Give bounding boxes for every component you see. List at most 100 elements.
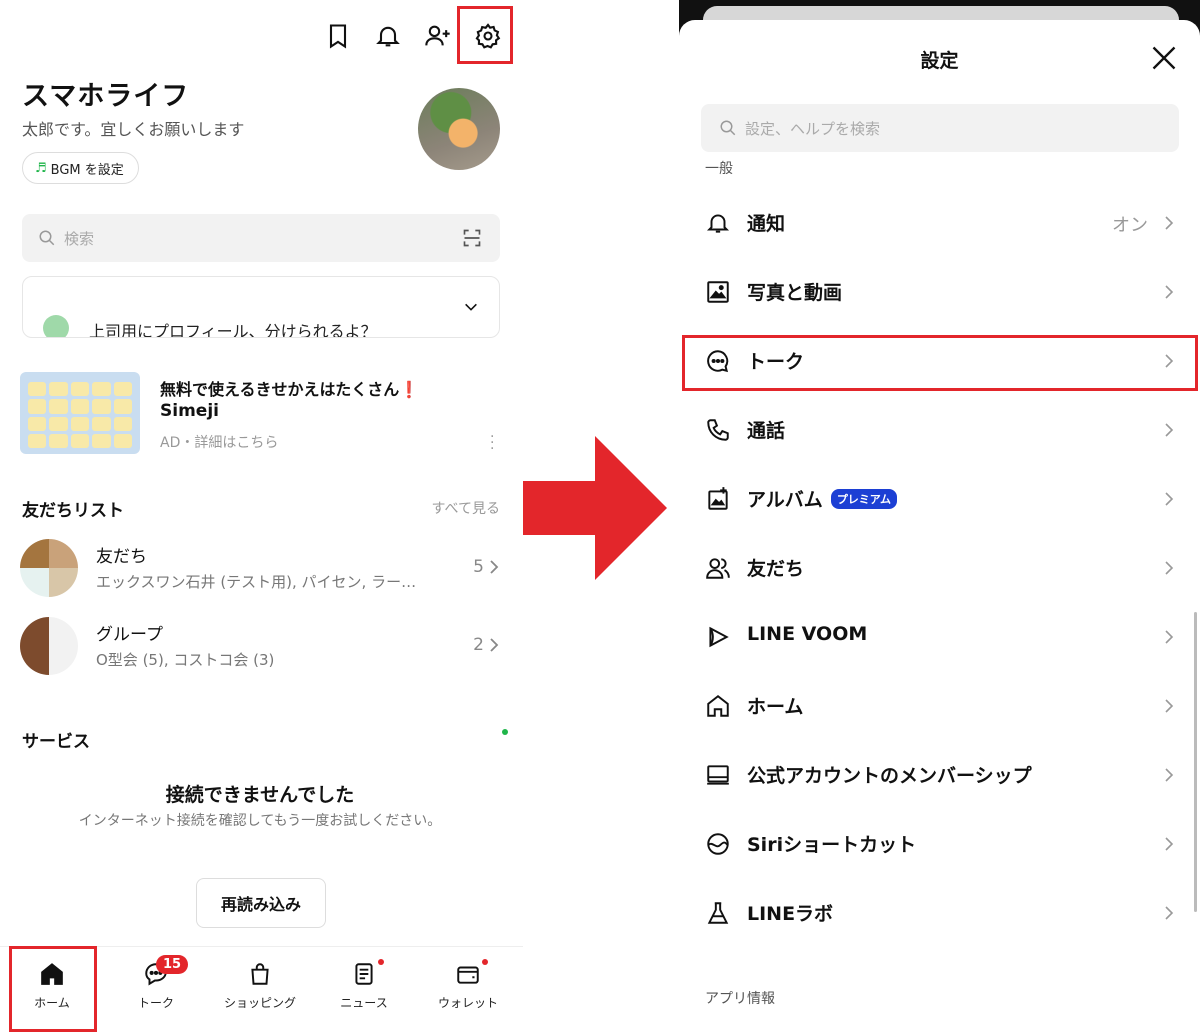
settings-search-placeholder: 設定、ヘルプを検索 xyxy=(745,119,881,138)
row-label: LINEラボ xyxy=(747,903,834,925)
settings-row-membership[interactable]: 公式アカウントのメンバーシップ xyxy=(679,741,1200,809)
search-icon xyxy=(720,120,736,136)
chevron-right-icon xyxy=(490,560,499,574)
chevron-right-icon xyxy=(1165,837,1174,851)
chevron-right-icon xyxy=(1165,699,1174,713)
chevron-right-icon xyxy=(1165,423,1174,437)
friends-row-count: 5 xyxy=(473,557,500,577)
settings-row-notifications[interactable]: 通知 オン xyxy=(679,189,1200,257)
chevron-right-icon xyxy=(1165,906,1174,920)
chevron-right-icon xyxy=(1165,285,1174,299)
home-tab-highlight-box xyxy=(9,946,97,1032)
tab-talk-label: トーク xyxy=(137,996,174,1010)
tab-talk[interactable]: トーク 15 xyxy=(104,947,208,1034)
ad-thumbnail-keyboard[interactable] xyxy=(20,372,140,454)
see-all-link[interactable]: すべて見る xyxy=(432,498,500,518)
right-arrow-icon xyxy=(523,436,667,580)
settings-row-line-labs[interactable]: LINEラボ xyxy=(679,879,1200,947)
friends-avatar-collage xyxy=(20,539,78,597)
flask-icon xyxy=(707,902,729,924)
bell-icon[interactable] xyxy=(363,14,413,58)
chevron-right-icon xyxy=(490,638,499,652)
voom-icon xyxy=(709,626,729,648)
row-value: オン xyxy=(1112,215,1148,236)
group-header-app-info: アプリ情報 xyxy=(705,991,775,1007)
news-notification-dot xyxy=(378,959,384,965)
close-icon[interactable] xyxy=(1150,44,1178,72)
home-icon xyxy=(707,695,729,717)
tab-wallet-label: ウォレット xyxy=(437,996,498,1010)
chevron-right-icon xyxy=(1165,561,1174,575)
friends-row-name: 友だち xyxy=(96,547,147,567)
settings-row-album[interactable]: アルバム プレミアム xyxy=(679,465,1200,533)
music-note-icon: ♬ xyxy=(35,160,47,176)
settings-screen: 設定 設定、ヘルプを検索 一般 通知 オン 写真と動画 トーク 通話 アルバム … xyxy=(679,0,1200,1034)
search-placeholder: 検索 xyxy=(64,229,95,248)
connection-error-message: インターネット接続を確認してもう一度お試しください。 xyxy=(78,813,442,829)
home-search-bar[interactable]: 検索 xyxy=(22,214,500,262)
reload-button[interactable]: 再読み込み xyxy=(196,878,326,928)
ad-title[interactable]: 無料で使えるきせかえはたくさん❗ xyxy=(160,376,419,400)
settings-sheet: 設定 設定、ヘルプを検索 一般 通知 オン 写真と動画 トーク 通話 アルバム … xyxy=(679,20,1200,1034)
settings-row-photos-videos[interactable]: 写真と動画 xyxy=(679,258,1200,326)
bookmark-icon[interactable] xyxy=(313,14,363,58)
groups-row-sub: O型会 (5), コストコ会 (3) xyxy=(96,651,275,669)
friends-row[interactable]: 友だち エックスワン石井 (テスト用), パイセン, ラー… 5 xyxy=(20,539,500,599)
ad-advertiser-name[interactable]: Simeji xyxy=(160,401,219,421)
row-label: LINE VOOM xyxy=(747,623,868,645)
phone-icon xyxy=(707,419,729,441)
row-label: ホーム xyxy=(747,696,804,718)
mini-avatar xyxy=(43,315,69,337)
membership-icon xyxy=(707,765,729,785)
wallet-notification-dot xyxy=(482,959,488,965)
profile-status-message[interactable]: 太郎です。宜しくお願いします xyxy=(22,116,244,140)
chevron-right-icon xyxy=(1165,216,1174,230)
chevron-down-icon[interactable] xyxy=(463,299,479,315)
unread-badge: 15 xyxy=(156,955,189,974)
bgm-button[interactable]: ♬ BGM を設定 xyxy=(22,152,139,184)
settings-row-friends[interactable]: 友だち xyxy=(679,534,1200,602)
ad-sublabel[interactable]: AD・詳細はこちら xyxy=(160,432,278,452)
qr-scan-icon[interactable] xyxy=(462,228,482,248)
bgm-button-label: BGM を設定 xyxy=(50,162,124,178)
settings-row-line-voom[interactable]: LINE VOOM xyxy=(679,603,1200,671)
friends-row-sub: エックスワン石井 (テスト用), パイセン, ラー… xyxy=(96,573,417,591)
settings-highlight-box xyxy=(457,6,513,64)
group-header-general: 一般 xyxy=(705,161,733,177)
row-label: アルバム プレミアム xyxy=(747,485,898,512)
tab-news[interactable]: ニュース xyxy=(312,947,416,1034)
settings-row-home[interactable]: ホーム xyxy=(679,672,1200,740)
row-label: 公式アカウントのメンバーシップ xyxy=(747,765,1032,787)
groups-row[interactable]: グループ O型会 (5), コストコ会 (3) 2 xyxy=(20,617,500,677)
profile-name[interactable]: スマホライフ xyxy=(22,74,189,113)
more-options-icon[interactable]: · · · xyxy=(490,430,494,456)
chevron-right-icon xyxy=(1165,768,1174,782)
services-title: サービス xyxy=(22,732,90,752)
groups-row-count: 2 xyxy=(473,635,500,655)
talk-row-highlight-box xyxy=(682,335,1198,391)
wallet-icon xyxy=(457,966,479,984)
line-home-screen: スマホライフ 太郎です。宜しくお願いします ♬ BGM を設定 検索 上司用にプ… xyxy=(0,0,523,1034)
tab-shopping-label: ショッピング xyxy=(223,996,296,1010)
row-label: 通知 xyxy=(747,213,786,235)
profile-avatar[interactable] xyxy=(418,88,500,170)
tab-shopping[interactable]: ショッピング xyxy=(208,947,312,1034)
connection-error-title: 接続できませんでした xyxy=(165,784,355,806)
row-label: 写真と動画 xyxy=(747,282,843,304)
photo-icon xyxy=(707,281,729,303)
add-friend-icon[interactable] xyxy=(413,14,463,58)
groups-row-name: グループ xyxy=(96,625,163,645)
row-label: 通話 xyxy=(747,420,786,442)
tab-wallet[interactable]: ウォレット xyxy=(416,947,520,1034)
chevron-right-icon xyxy=(1165,630,1174,644)
new-indicator-dot xyxy=(502,729,508,735)
story-card-text: 上司用にプロフィール、分けられるよ？ xyxy=(89,322,377,338)
siri-icon xyxy=(707,833,729,855)
chevron-right-icon xyxy=(1165,492,1174,506)
premium-badge: プレミアム xyxy=(830,488,898,509)
settings-row-siri-shortcuts[interactable]: Siriショートカット xyxy=(679,810,1200,878)
settings-search-bar[interactable]: 設定、ヘルプを検索 xyxy=(701,104,1179,152)
scrollbar[interactable] xyxy=(1194,612,1197,912)
profile-story-card[interactable]: 上司用にプロフィール、分けられるよ？ xyxy=(22,276,500,338)
settings-row-calls[interactable]: 通話 xyxy=(679,396,1200,464)
